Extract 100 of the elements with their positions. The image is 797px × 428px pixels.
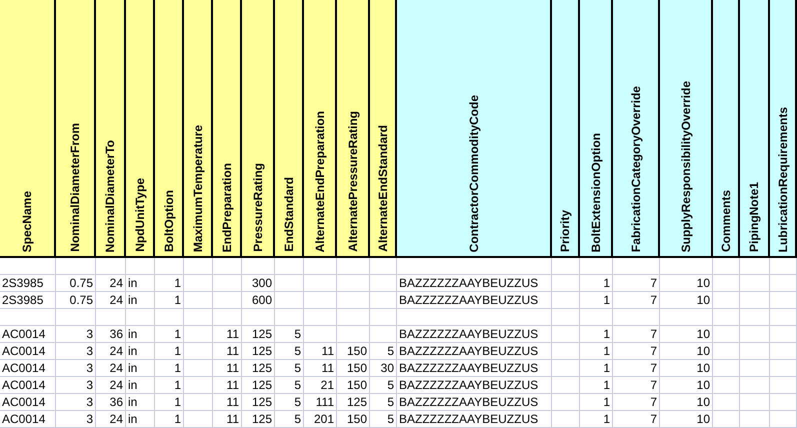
empty-cell [552,275,580,292]
table-cell: 10 [660,411,713,428]
empty-cell [740,360,770,377]
empty-cell [713,360,740,377]
empty-cell [275,275,304,292]
column-header: NominalDiameterFrom [56,0,96,258]
empty-cell [580,258,613,275]
empty-cell [713,343,740,360]
empty-cell [96,258,126,275]
column-header: FabricationCategoryOverride [613,0,660,258]
table-cell: 11 [213,394,242,411]
empty-cell [370,292,397,309]
table-cell: 11 [213,326,242,343]
table-cell: 3 [56,326,96,343]
table-cell: 150 [337,343,370,360]
table-cell: 125 [337,394,370,411]
table-cell: 300 [242,275,275,292]
column-header: NpdUnitType [126,0,155,258]
column-header: AlternatePressureRating [337,0,370,258]
table-cell: 1 [580,377,613,394]
table-cell: 1 [580,275,613,292]
table-cell: 7 [613,275,660,292]
empty-cell [370,309,397,326]
empty-cell [770,411,797,428]
table-cell: AC0014 [0,360,56,377]
empty-cell [0,258,56,275]
table-cell: in [126,343,155,360]
table-cell: BAZZZZZZAAYBEUZZUS [397,377,552,394]
table-cell: 1 [155,292,184,309]
empty-cell [740,394,770,411]
table-cell: 125 [242,411,275,428]
empty-cell [56,309,96,326]
table-cell: 11 [304,343,337,360]
empty-cell [155,309,184,326]
empty-cell [552,411,580,428]
table-cell: 1 [155,411,184,428]
empty-cell [337,326,370,343]
column-header: MaximumTemperature [184,0,213,258]
empty-cell [770,292,797,309]
empty-cell [370,258,397,275]
table-cell: BAZZZZZZAAYBEUZZUS [397,360,552,377]
empty-cell [552,394,580,411]
empty-cell [275,258,304,275]
empty-cell [184,360,213,377]
table-cell: AC0014 [0,377,56,394]
table-cell: 0.75 [56,292,96,309]
column-header: Priority [552,0,580,258]
table-cell: 3 [56,377,96,394]
column-header: PipingNote1 [740,0,770,258]
table-cell: in [126,411,155,428]
empty-cell [184,309,213,326]
table-cell: 1 [155,326,184,343]
empty-cell [304,275,337,292]
table-cell: BAZZZZZZAAYBEUZZUS [397,394,552,411]
table-cell: 125 [242,394,275,411]
table-cell: 10 [660,394,713,411]
table-cell: AC0014 [0,343,56,360]
empty-cell [713,292,740,309]
table-cell: 10 [660,343,713,360]
empty-cell [184,292,213,309]
table-cell: AC0014 [0,411,56,428]
column-header: EndStandard [275,0,304,258]
table-cell: 125 [242,377,275,394]
empty-cell [304,309,337,326]
empty-cell [713,309,740,326]
table-cell: BAZZZZZZAAYBEUZZUS [397,275,552,292]
empty-cell [184,275,213,292]
table-cell: 11 [213,343,242,360]
empty-cell [770,326,797,343]
empty-cell [613,309,660,326]
empty-cell [213,275,242,292]
table-cell: 201 [304,411,337,428]
table-cell: 5 [370,343,397,360]
table-cell: in [126,275,155,292]
table-cell: 3 [56,343,96,360]
table-cell: 5 [370,394,397,411]
column-header: SupplyResponsibilityOverride [660,0,713,258]
table-cell: 7 [613,343,660,360]
column-header: AlternateEndPreparation [304,0,337,258]
empty-cell [304,292,337,309]
empty-cell [740,309,770,326]
empty-cell [126,258,155,275]
table-cell: 10 [660,292,713,309]
table-cell: 24 [96,360,126,377]
table-cell: 5 [370,411,397,428]
table-cell: 7 [613,411,660,428]
empty-cell [552,292,580,309]
table-cell: 24 [96,411,126,428]
empty-cell [213,258,242,275]
column-header: LubricationRequirements [770,0,797,258]
empty-cell [713,258,740,275]
table-cell: 7 [613,360,660,377]
table-cell: 1 [155,377,184,394]
column-header: EndPreparation [213,0,242,258]
table-cell: 36 [96,326,126,343]
column-header: SpecName [0,0,56,258]
table-cell: 600 [242,292,275,309]
table-cell: 11 [213,411,242,428]
table-cell: 5 [275,411,304,428]
table-cell: 1 [155,394,184,411]
